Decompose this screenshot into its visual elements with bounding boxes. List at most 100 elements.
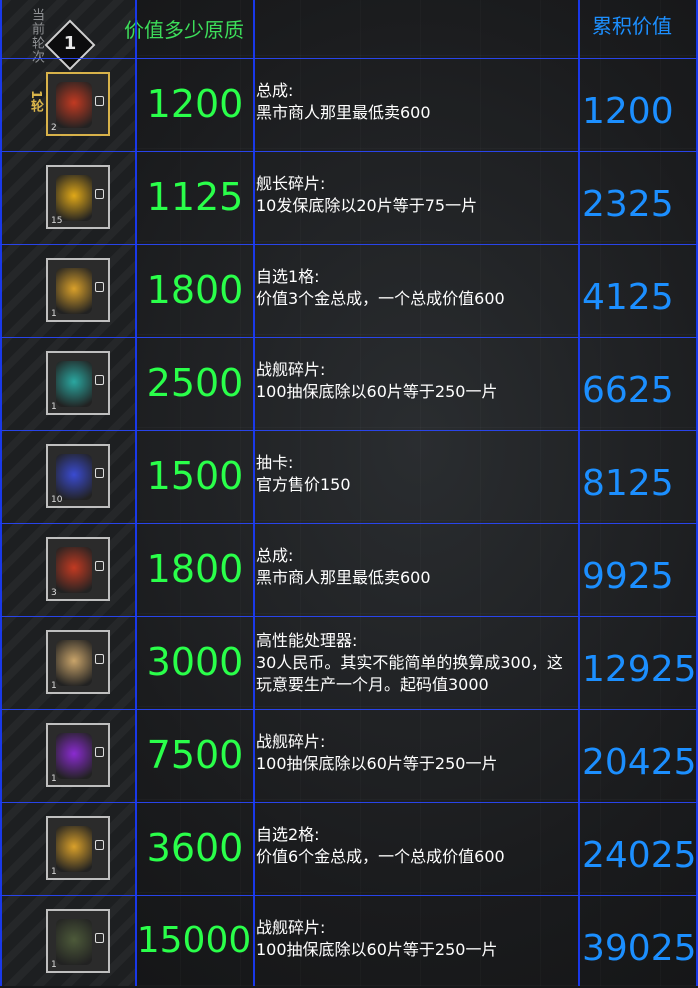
cumulative-value: 1200 <box>582 91 674 132</box>
gold-crystal-icon <box>56 175 92 221</box>
item-description: 战舰碎片: 100抽保底除以60片等于250一片 <box>256 731 578 775</box>
item-description: 抽卡: 官方售价150 <box>256 452 578 496</box>
item-note: 价值6个金总成，一个总成价值600 <box>256 847 505 866</box>
table-row: 1 7500 战舰碎片: 100抽保底除以60片等于250一片 20425 <box>0 709 698 802</box>
reward-item-card[interactable]: 3 <box>46 537 110 601</box>
item-quantity: 1 <box>51 960 57 970</box>
table-row: 1 3000 高性能处理器: 30人民币。其实不能简单的换算成300，这玩意要生产一个… <box>0 616 698 709</box>
item-title: 战舰碎片: <box>256 918 326 937</box>
reward-item-card[interactable]: 1 <box>46 723 110 787</box>
lock-icon <box>95 189 104 199</box>
item-title: 战舰碎片: <box>256 732 326 751</box>
cumulative-column-header: 累积价值 <box>592 14 672 38</box>
item-value: 1125 <box>146 175 244 219</box>
reward-item-card[interactable]: 1 <box>46 258 110 322</box>
item-note: 10发保底除以20片等于75一片 <box>256 196 478 215</box>
lock-icon <box>95 747 104 757</box>
item-description: 舰长碎片: 10发保底除以20片等于75一片 <box>256 173 578 217</box>
grid-line <box>0 0 2 986</box>
lock-icon <box>95 468 104 478</box>
item-note: 黑市商人那里最低卖600 <box>256 568 431 587</box>
item-description: 高性能处理器: 30人民币。其实不能简单的换算成300，这玩意要生产一个月。起码值… <box>256 630 578 696</box>
table-row: 1 2500 战舰碎片: 100抽保底除以60片等于250一片 6625 <box>0 337 698 430</box>
item-description: 自选2格: 价值6个金总成，一个总成价值600 <box>256 824 578 868</box>
reward-item-card[interactable]: 2 <box>46 72 110 136</box>
item-description: 自选1格: 价值3个金总成，一个总成价值600 <box>256 266 578 310</box>
item-title: 总成: <box>256 546 294 565</box>
value-column-header: 价值多少原质 <box>124 18 244 42</box>
cumulative-value: 4125 <box>582 277 674 318</box>
item-description: 战舰碎片: 100抽保底除以60片等于250一片 <box>256 359 578 403</box>
reward-item-card[interactable]: 1 <box>46 909 110 973</box>
gold-core-icon <box>56 268 92 314</box>
item-title: 总成: <box>256 81 294 100</box>
lock-icon <box>95 375 104 385</box>
item-quantity: 1 <box>51 867 57 877</box>
item-value: 3000 <box>146 640 244 684</box>
item-title: 自选2格: <box>256 825 320 844</box>
item-value: 3600 <box>146 826 244 870</box>
cumulative-value: 8125 <box>582 463 674 504</box>
table-row: 1 3600 自选2格: 价值6个金总成，一个总成价值600 24025 <box>0 802 698 895</box>
reward-item-card[interactable]: 1 <box>46 351 110 415</box>
cumulative-value: 39025 <box>582 928 697 969</box>
item-quantity: 2 <box>51 123 57 133</box>
item-value: 2500 <box>146 361 244 405</box>
grid-line <box>578 0 580 986</box>
grid-line <box>135 0 137 986</box>
item-note: 黑市商人那里最低卖600 <box>256 103 431 122</box>
gold-core-icon <box>56 826 92 872</box>
grid-line <box>253 0 255 986</box>
item-quantity: 1 <box>51 402 57 412</box>
item-note: 价值3个金总成，一个总成价值600 <box>256 289 505 308</box>
cumulative-value: 20425 <box>582 742 697 783</box>
teal-core-icon <box>56 361 92 407</box>
lock-icon <box>95 840 104 850</box>
table-row: 1 15000 战舰碎片: 100抽保底除以60片等于250一片 39025 <box>0 895 698 988</box>
item-quantity: 3 <box>51 588 57 598</box>
item-value: 1500 <box>146 454 244 498</box>
item-title: 战舰碎片: <box>256 360 326 379</box>
item-note: 官方售价150 <box>256 475 351 494</box>
reward-item-card[interactable]: 1 <box>46 630 110 694</box>
round-label: 当前轮次 <box>29 8 44 64</box>
cumulative-value: 12925 <box>582 649 697 690</box>
item-note: 100抽保底除以60片等于250一片 <box>256 754 498 773</box>
table-row: 10 1500 抽卡: 官方售价150 8125 <box>0 430 698 523</box>
item-quantity: 1 <box>51 774 57 784</box>
item-title: 抽卡: <box>256 453 294 472</box>
item-note: 30人民币。其实不能简单的换算成300，这玩意要生产一个月。起码值3000 <box>256 653 563 694</box>
reward-item-card[interactable]: 1 <box>46 816 110 880</box>
item-title: 高性能处理器: <box>256 631 358 650</box>
round-number: 1 <box>63 33 77 54</box>
cumulative-value: 6625 <box>582 370 674 411</box>
item-description: 总成: 黑市商人那里最低卖600 <box>256 545 578 589</box>
red-core-icon <box>56 547 92 593</box>
item-note: 100抽保底除以60片等于250一片 <box>256 382 498 401</box>
item-value: 1800 <box>146 268 244 312</box>
table-row: 1 1800 自选1格: 价值3个金总成，一个总成价值600 4125 <box>0 244 698 337</box>
cumulative-value: 24025 <box>582 835 697 876</box>
lock-icon <box>95 654 104 664</box>
red-core-icon <box>56 82 92 128</box>
lock-icon <box>95 561 104 571</box>
processor-icon <box>56 640 92 686</box>
item-quantity: 15 <box>51 216 63 226</box>
item-description: 总成: 黑市商人那里最低卖600 <box>256 80 578 124</box>
lock-icon <box>95 933 104 943</box>
table-row: 3 1800 总成: 黑市商人那里最低卖600 9925 <box>0 523 698 616</box>
dark-core-icon <box>56 919 92 965</box>
reward-item-card[interactable]: 15 <box>46 165 110 229</box>
item-quantity: 1 <box>51 681 57 691</box>
item-title: 舰长碎片: <box>256 174 326 193</box>
table-row: 2 1200 总成: 黑市商人那里最低卖600 1200 <box>0 58 698 151</box>
table-row: 15 1125 舰长碎片: 10发保底除以20片等于75一片 2325 <box>0 151 698 244</box>
reward-item-card[interactable]: 10 <box>46 444 110 508</box>
item-quantity: 1 <box>51 309 57 319</box>
lock-icon <box>95 282 104 292</box>
item-value: 7500 <box>146 733 244 777</box>
item-value: 1200 <box>146 82 244 126</box>
item-value: 1800 <box>146 547 244 591</box>
blue-card-icon <box>56 454 92 500</box>
item-quantity: 10 <box>51 495 63 505</box>
